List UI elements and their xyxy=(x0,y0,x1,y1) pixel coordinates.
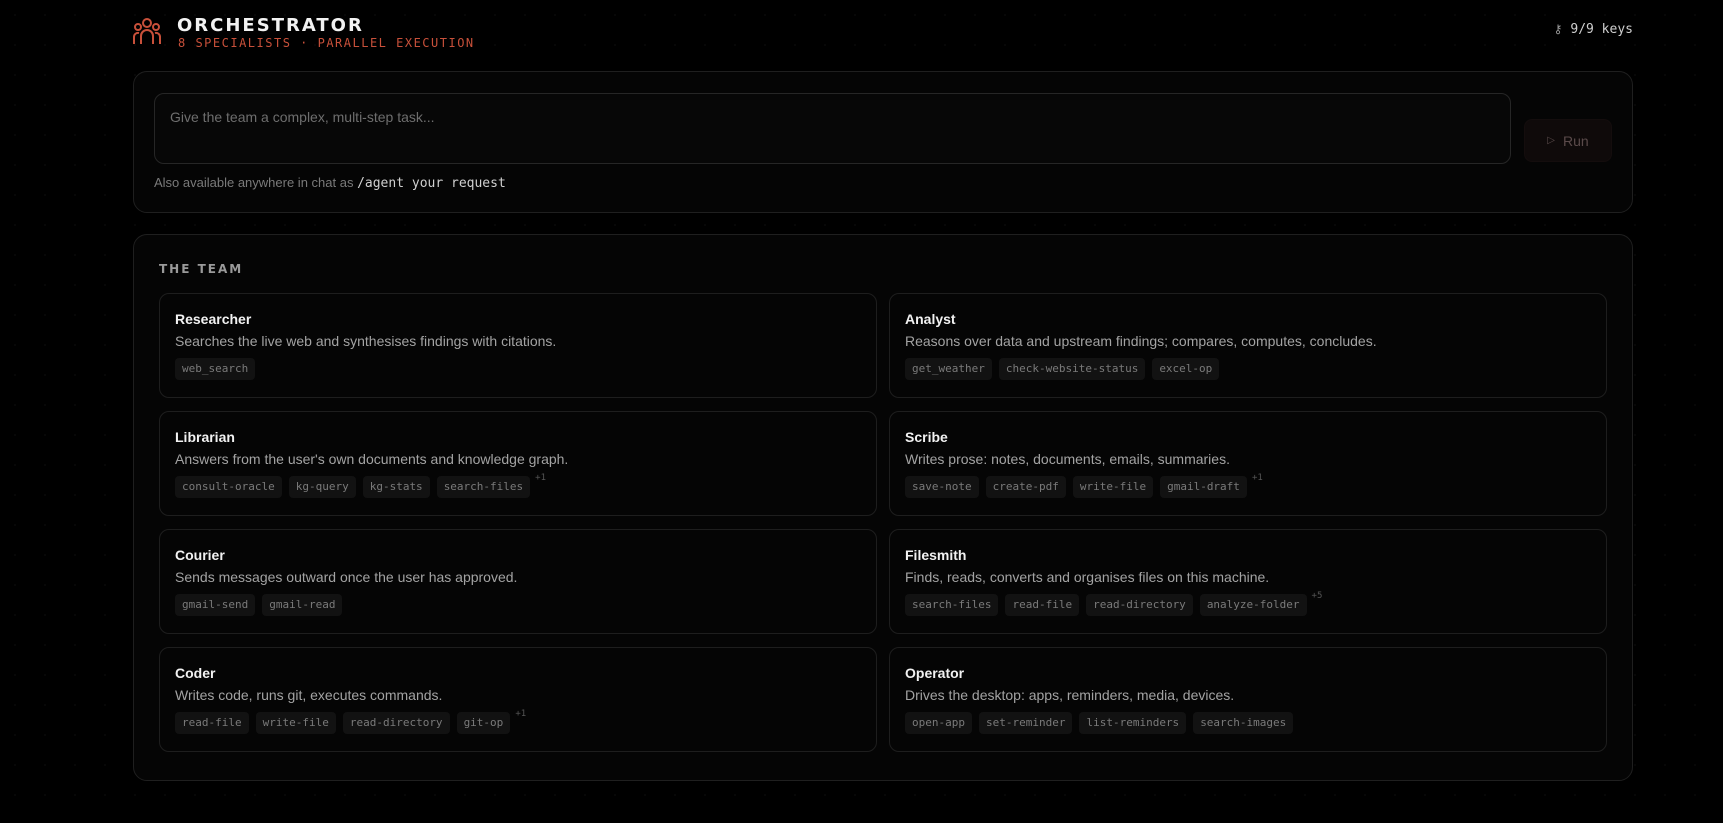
key-icon: ⚷ xyxy=(1553,22,1563,36)
tool-tag: read-file xyxy=(175,712,249,734)
agent-card-librarian[interactable]: Librarian Answers from the user's own doc… xyxy=(159,411,877,516)
tool-tag: kg-stats xyxy=(362,476,430,498)
agent-name: Librarian xyxy=(175,429,235,445)
agent-description: Finds, reads, converts and organises fil… xyxy=(905,569,1270,585)
tool-tag: git-op xyxy=(456,712,511,734)
tool-tag: search-images xyxy=(1193,712,1294,734)
agent-description: Writes prose: notes, documents, emails, … xyxy=(905,451,1230,467)
tool-tag: get_weather xyxy=(905,358,992,380)
agent-description: Searches the live web and synthesises fi… xyxy=(175,333,557,349)
tool-tag: consult-oracle xyxy=(175,476,282,498)
tool-tag: web_search xyxy=(175,358,256,380)
tool-list: open-app set-reminder list-reminders search… xyxy=(905,712,1591,734)
app-title: ORCHESTRATOR xyxy=(177,15,364,36)
tool-tag: read-directory xyxy=(342,712,450,734)
keys-label: 9/9 keys xyxy=(1570,22,1633,37)
agent-card-researcher[interactable]: Researcher Searches the live web and synt… xyxy=(159,293,877,398)
app-subtitle: 8 SPECIALISTS · PARALLEL EXECUTION xyxy=(178,36,475,50)
run-label: Run xyxy=(1563,132,1589,149)
agent-card-operator[interactable]: Operator Drives the desktop: apps, remind… xyxy=(889,647,1607,752)
tool-tag: read-file xyxy=(1005,594,1080,616)
hint-text: Also available anywhere in chat as xyxy=(154,175,354,190)
more-tools-count: +1 xyxy=(535,473,547,483)
tool-tag: write-file xyxy=(255,712,336,734)
agent-description: Answers from the user's own documents an… xyxy=(175,451,569,467)
tool-tag: check-website-status xyxy=(998,358,1146,380)
tool-list: save-note create-pdf write-file gmail-draft… xyxy=(905,473,1591,498)
tool-list: consult-oracle kg-query kg-stats search-fil… xyxy=(175,473,861,498)
tool-tag: set-reminder xyxy=(978,712,1073,734)
tool-tag: write-file xyxy=(1072,476,1154,498)
team-panel: THE TEAM Researcher Searches the live web… xyxy=(133,234,1633,781)
task-input[interactable] xyxy=(154,93,1511,164)
tool-tag: create-pdf xyxy=(985,476,1066,498)
agent-description: Writes code, runs git, executes commands… xyxy=(175,687,443,703)
tool-list: read-file write-file read-directory git-op +… xyxy=(175,709,861,734)
tool-list: search-files read-file read-directory analy… xyxy=(905,591,1591,616)
team-icon xyxy=(133,18,161,44)
agent-name: Scribe xyxy=(905,429,948,445)
play-icon: ▷ xyxy=(1547,135,1555,146)
tool-list: get_weather check-website-status excel-op xyxy=(905,358,1591,380)
tool-tag: open-app xyxy=(905,712,972,734)
agent-name: Courier xyxy=(175,547,225,563)
agent-card-coder[interactable]: Coder Writes code, runs git, executes com… xyxy=(159,647,877,752)
tool-tag: search-files xyxy=(436,476,531,498)
more-tools-count: +1 xyxy=(1251,473,1263,483)
tool-tag: save-note xyxy=(905,476,979,498)
agent-name: Operator xyxy=(905,665,965,681)
task-panel: ▷ Run Also available anywhere in chat as… xyxy=(133,71,1633,213)
tool-tag: gmail-draft xyxy=(1160,476,1247,498)
agent-card-courier[interactable]: Courier Sends messages outward once the u… xyxy=(159,529,877,634)
hint-command: /agent your request xyxy=(357,176,506,191)
tool-tag: gmail-send xyxy=(175,594,256,616)
agent-name: Coder xyxy=(175,665,216,681)
agent-card-filesmith[interactable]: Filesmith Finds, reads, converts and orga… xyxy=(889,529,1607,634)
run-button[interactable]: ▷ Run xyxy=(1524,119,1612,162)
chat-hint: Also available anywhere in chat as /agen… xyxy=(154,175,506,191)
tool-tag: search-files xyxy=(905,594,999,616)
app-header: ORCHESTRATOR 8 SPECIALISTS · PARALLEL EX… xyxy=(133,14,1633,54)
tool-tag: read-directory xyxy=(1086,594,1193,616)
agent-name: Filesmith xyxy=(905,547,967,563)
agent-description: Sends messages outward once the user has… xyxy=(175,569,518,585)
tool-tag: gmail-read xyxy=(262,594,343,616)
tool-list: gmail-send gmail-read xyxy=(175,594,861,616)
tool-tag: list-reminders xyxy=(1079,712,1187,734)
agent-name: Analyst xyxy=(905,311,956,327)
agent-card-scribe[interactable]: Scribe Writes prose: notes, documents, em… xyxy=(889,411,1607,516)
keys-status[interactable]: ⚷ 9/9 keys xyxy=(1554,22,1633,37)
team-heading: THE TEAM xyxy=(159,262,244,276)
agent-description: Reasons over data and upstream findings;… xyxy=(905,333,1377,349)
agent-description: Drives the desktop: apps, reminders, med… xyxy=(905,687,1235,703)
agent-card-analyst[interactable]: Analyst Reasons over data and upstream fi… xyxy=(889,293,1607,398)
tool-tag: analyze-folder xyxy=(1199,594,1307,616)
more-tools-count: +5 xyxy=(1311,591,1323,601)
tool-list: web_search xyxy=(175,358,861,380)
more-tools-count: +1 xyxy=(515,709,527,719)
tool-tag: kg-query xyxy=(288,476,356,498)
agent-name: Researcher xyxy=(175,311,252,327)
tool-tag: excel-op xyxy=(1152,358,1220,380)
